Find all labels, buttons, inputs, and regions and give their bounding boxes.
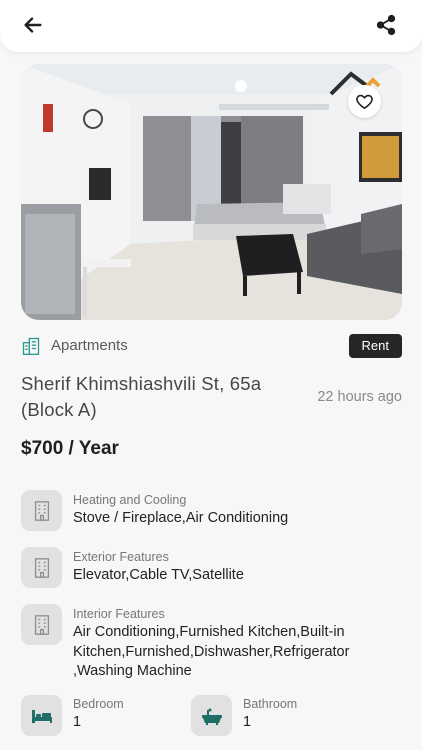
listing-type-badge: Rent [348, 334, 402, 358]
listing-price: $700 / Year [21, 438, 119, 459]
bed-icon [21, 695, 62, 736]
feature-title: Heating and Cooling [73, 493, 187, 507]
posted-time: 22 hours ago [317, 389, 402, 405]
building-icon [21, 604, 62, 645]
feature-title: Exterior Features [73, 550, 169, 564]
feature-value: Elevator,Cable TV,Satellite [73, 567, 244, 583]
arrow-left-icon [24, 17, 42, 33]
bathtub-icon [191, 695, 232, 736]
feature-value: Stove / Fireplace,Air Conditioning [73, 510, 289, 526]
top-app-bar [0, 0, 422, 52]
spec-title: Bathroom [243, 697, 298, 711]
listing-photo[interactable] [21, 64, 402, 320]
building-icon [22, 337, 40, 355]
category-label: Apartments [51, 337, 128, 354]
back-button[interactable] [17, 9, 49, 41]
feature-interior: Interior Features Air Conditioning,Furni… [21, 604, 402, 684]
favorite-button[interactable] [348, 85, 381, 118]
feature-exterior: Exterior Features Elevator,Cable TV,Sate… [21, 547, 402, 591]
spec-title: Bedroom [73, 697, 124, 711]
spec-value: 1 [73, 714, 82, 730]
feature-value: Air Conditioning,Furnished Kitchen,Built… [73, 624, 350, 679]
listing-address: Sherif Khimshiashvili St, 65a (Block A) [21, 373, 262, 420]
feature-title: Interior Features [73, 607, 165, 621]
share-icon [376, 14, 396, 36]
building-icon [21, 547, 62, 588]
heart-outline-icon [356, 94, 373, 110]
building-icon [21, 490, 62, 531]
spec-value: 1 [243, 714, 252, 730]
share-button[interactable] [370, 9, 402, 41]
spec-bathroom: Bathroom 1 [191, 695, 361, 737]
spec-bedroom: Bedroom 1 [21, 695, 191, 737]
feature-heating-cooling: Heating and Cooling Stove / Fireplace,Ai… [21, 490, 402, 534]
category-row: Apartments Rent [21, 334, 402, 358]
